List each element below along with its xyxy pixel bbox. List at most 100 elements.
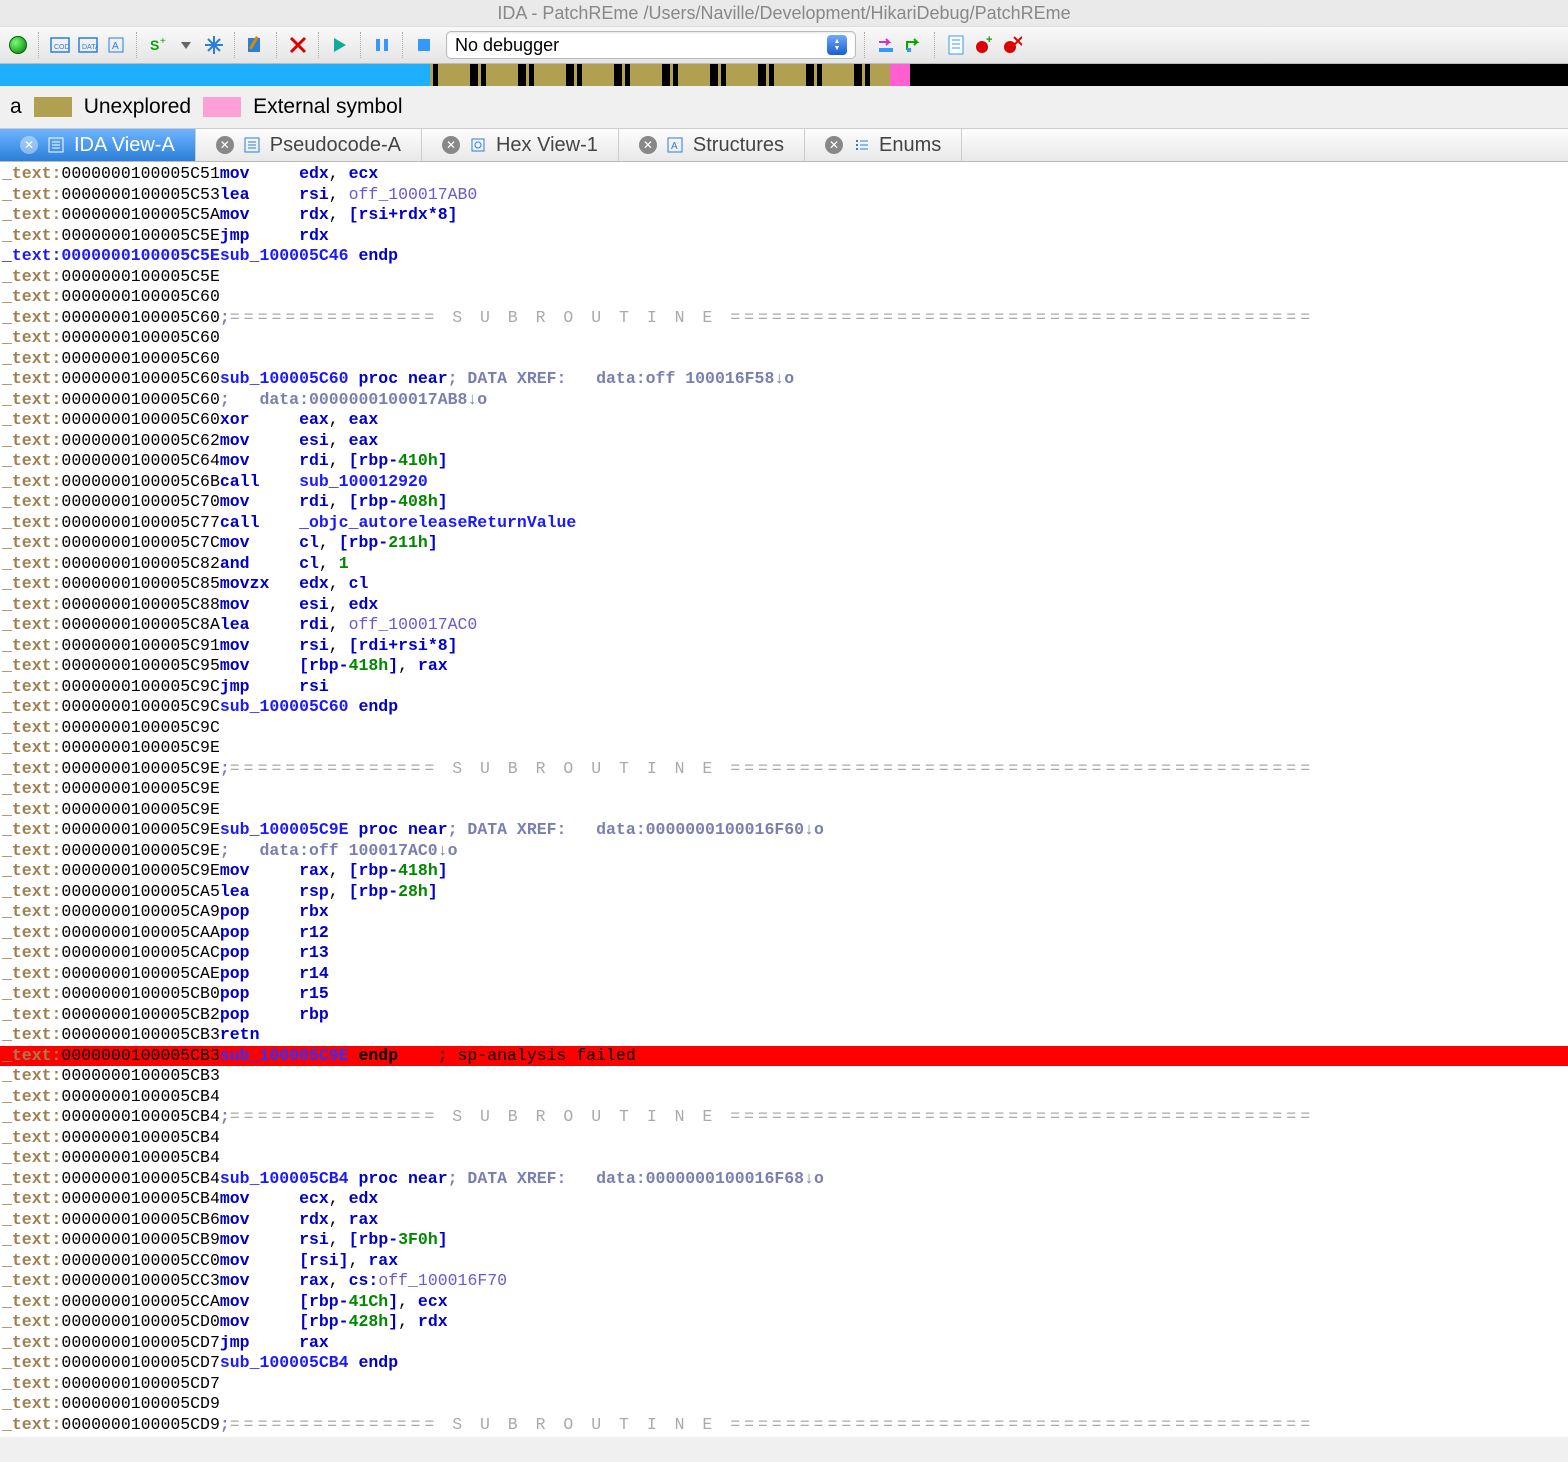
disasm-line[interactable]: _text:0000000100005C62 mov esi, eax — [0, 431, 1568, 452]
breakpoint-remove-icon[interactable] — [1000, 33, 1024, 57]
disasm-line[interactable]: _text:0000000100005C9E — [0, 779, 1568, 800]
main-toolbar: CODE DATA A S+ No debugger ▲▼ + — [0, 26, 1568, 64]
disasm-line[interactable]: _text:0000000100005C60 — [0, 287, 1568, 308]
disasm-line[interactable]: _text:0000000100005CB4 ; ===============… — [0, 1107, 1568, 1128]
tab-ida-view-a[interactable]: ✕ IDA View-A — [0, 129, 196, 161]
tab-close-icon[interactable]: ✕ — [639, 136, 657, 154]
disasm-line[interactable]: _text:0000000100005CB4 — [0, 1087, 1568, 1108]
step-into-icon[interactable] — [874, 33, 898, 57]
disasm-line[interactable]: _text:0000000100005CC0 mov [rsi], rax — [0, 1251, 1568, 1272]
disasm-line[interactable]: _text:0000000100005CA9 pop rbx — [0, 902, 1568, 923]
disasm-line[interactable]: _text:0000000100005C60 xor eax, eax — [0, 410, 1568, 431]
disasm-line[interactable]: _text:0000000100005CB2 pop rbp — [0, 1005, 1568, 1026]
disasm-line[interactable]: _text:0000000100005C85 movzx edx, cl — [0, 574, 1568, 595]
tab-pseudocode-a[interactable]: ✕ Pseudocode-A — [196, 129, 422, 161]
disasm-line[interactable]: _text:0000000100005CB4 — [0, 1148, 1568, 1169]
disasm-line[interactable]: _text:0000000100005CB4 sub_100005CB4 pro… — [0, 1169, 1568, 1190]
disasm-line[interactable]: _text:0000000100005C60 ; ===============… — [0, 308, 1568, 329]
disasm-line[interactable]: _text:0000000100005CD0 mov [rbp-428h], r… — [0, 1312, 1568, 1333]
disasm-line[interactable]: _text:0000000100005C7C mov cl, [rbp-211h… — [0, 533, 1568, 554]
svg-text:+: + — [160, 36, 166, 47]
snowflake-icon[interactable] — [202, 33, 226, 57]
breakpoint-add-icon[interactable]: + — [972, 33, 996, 57]
navigation-band[interactable] — [0, 64, 1568, 86]
disasm-line[interactable]: _text:0000000100005C70 mov rdi, [rbp-408… — [0, 492, 1568, 513]
struct-icon[interactable]: A — [104, 33, 128, 57]
edit-icon[interactable] — [244, 33, 268, 57]
disasm-line[interactable]: _text:0000000100005C9E mov rax, [rbp-418… — [0, 861, 1568, 882]
notes-icon[interactable] — [944, 33, 968, 57]
data-view-icon[interactable]: DATA — [76, 33, 100, 57]
disasm-line[interactable]: _text:0000000100005C9C jmp rsi — [0, 677, 1568, 698]
legend-bar: a Unexplored External symbol — [0, 86, 1568, 128]
tab-enums[interactable]: ✕ Enums — [805, 129, 962, 161]
tab-label: Enums — [879, 134, 941, 157]
tab-close-icon[interactable]: ✕ — [216, 136, 234, 154]
dropdown-arrow-icon[interactable] — [174, 33, 198, 57]
disasm-line[interactable]: _text:0000000100005CD7 sub_100005CB4 end… — [0, 1353, 1568, 1374]
disasm-line[interactable]: _text:0000000100005C60 — [0, 349, 1568, 370]
disasm-line[interactable]: _text:0000000100005CD7 jmp rax — [0, 1333, 1568, 1354]
disasm-line[interactable]: _text:0000000100005CB4 — [0, 1128, 1568, 1149]
disasm-line[interactable]: _text:0000000100005C6B call sub_10001292… — [0, 472, 1568, 493]
disasm-line[interactable]: _text:0000000100005C91 mov rsi, [rdi+rsi… — [0, 636, 1568, 657]
disasm-line[interactable]: _text:0000000100005CD9 ; ===============… — [0, 1415, 1568, 1436]
disasm-line[interactable]: _text:0000000100005C60 — [0, 328, 1568, 349]
svg-text:S: S — [150, 37, 159, 53]
pause-icon[interactable] — [370, 33, 394, 57]
tab-close-icon[interactable]: ✕ — [20, 136, 38, 154]
disasm-line[interactable]: _text:0000000100005CB6 mov rdx, rax — [0, 1210, 1568, 1231]
disasm-line[interactable]: _text:0000000100005C64 mov rdi, [rbp-410… — [0, 451, 1568, 472]
disasm-line[interactable]: _text:0000000100005C9C — [0, 718, 1568, 739]
disasm-line[interactable]: _text:0000000100005CCA mov [rbp-41Ch], e… — [0, 1292, 1568, 1313]
tab-structures[interactable]: ✕ A Structures — [619, 129, 805, 161]
disasm-line[interactable]: _text:0000000100005C9E — [0, 800, 1568, 821]
disasm-line[interactable]: _text:0000000100005C9E ; ===============… — [0, 759, 1568, 780]
disasm-line[interactable]: _text:0000000100005CAC pop r13 — [0, 943, 1568, 964]
disasm-line[interactable]: _text:0000000100005CB3 — [0, 1066, 1568, 1087]
disasm-line[interactable]: _text:0000000100005CA5 lea rsp, [rbp-28h… — [0, 882, 1568, 903]
add-struct-icon[interactable]: S+ — [146, 33, 170, 57]
disasm-line[interactable]: _text:0000000100005C9E — [0, 738, 1568, 759]
delete-icon[interactable] — [286, 33, 310, 57]
disasm-line[interactable]: _text:0000000100005C88 mov esi, edx — [0, 595, 1568, 616]
disasm-line[interactable]: _text:0000000100005C5E — [0, 267, 1568, 288]
disasm-line[interactable]: _text:0000000100005C9E ; data:off 100017… — [0, 841, 1568, 862]
disasm-line[interactable]: _text:0000000100005CD7 — [0, 1374, 1568, 1395]
svg-text:A: A — [671, 141, 678, 152]
disasm-line[interactable]: _text:0000000100005C53 lea rsi, off_1000… — [0, 185, 1568, 206]
code-view-icon[interactable]: CODE — [48, 33, 72, 57]
disasm-line[interactable]: _text:0000000100005C5E sub_100005C46 end… — [0, 246, 1568, 267]
disasm-line[interactable]: _text:0000000100005C9E sub_100005C9E pro… — [0, 820, 1568, 841]
disasm-line[interactable]: _text:0000000100005C5A mov rdx, [rsi+rdx… — [0, 205, 1568, 226]
disasm-line[interactable]: _text:0000000100005C8A lea rdi, off_1000… — [0, 615, 1568, 636]
disassembly-view[interactable]: _text:0000000100005C51 mov edx, ecx_text… — [0, 162, 1568, 1437]
disasm-line[interactable]: _text:0000000100005CD9 — [0, 1394, 1568, 1415]
disasm-line[interactable]: _text:0000000100005C82 and cl, 1 — [0, 554, 1568, 575]
tab-type-icon: A — [665, 135, 685, 155]
stop-icon[interactable] — [412, 33, 436, 57]
disasm-line[interactable]: _text:0000000100005CB0 pop r15 — [0, 984, 1568, 1005]
disasm-line[interactable]: _text:0000000100005CAE pop r14 — [0, 964, 1568, 985]
disasm-line[interactable]: _text:0000000100005C60 ; data:0000000100… — [0, 390, 1568, 411]
disasm-line[interactable]: _text:0000000100005CC3 mov rax, cs:off_1… — [0, 1271, 1568, 1292]
disasm-line[interactable]: _text:0000000100005CB3 sub_100005C9E end… — [0, 1046, 1568, 1067]
play-icon[interactable] — [328, 33, 352, 57]
disasm-line[interactable]: _text:0000000100005C5E jmp rdx — [0, 226, 1568, 247]
disasm-line[interactable]: _text:0000000100005C77 call _objc_autore… — [0, 513, 1568, 534]
disasm-line[interactable]: _text:0000000100005C51 mov edx, ecx — [0, 164, 1568, 185]
tab-label: Structures — [693, 134, 784, 157]
disasm-line[interactable]: _text:0000000100005CAA pop r12 — [0, 923, 1568, 944]
disasm-line[interactable]: _text:0000000100005C95 mov [rbp-418h], r… — [0, 656, 1568, 677]
step-over-icon[interactable] — [902, 33, 926, 57]
tab-close-icon[interactable]: ✕ — [825, 136, 843, 154]
run-indicator-icon[interactable] — [6, 33, 30, 57]
disasm-line[interactable]: _text:0000000100005C9C sub_100005C60 end… — [0, 697, 1568, 718]
tab-hex-view-1[interactable]: ✕ Hex View-1 — [422, 129, 619, 161]
disasm-line[interactable]: _text:0000000100005CB3 retn — [0, 1025, 1568, 1046]
disasm-line[interactable]: _text:0000000100005CB4 mov ecx, edx — [0, 1189, 1568, 1210]
debugger-select[interactable]: No debugger ▲▼ — [446, 31, 856, 59]
tab-close-icon[interactable]: ✕ — [442, 136, 460, 154]
disasm-line[interactable]: _text:0000000100005C60 sub_100005C60 pro… — [0, 369, 1568, 390]
disasm-line[interactable]: _text:0000000100005CB9 mov rsi, [rbp-3F0… — [0, 1230, 1568, 1251]
